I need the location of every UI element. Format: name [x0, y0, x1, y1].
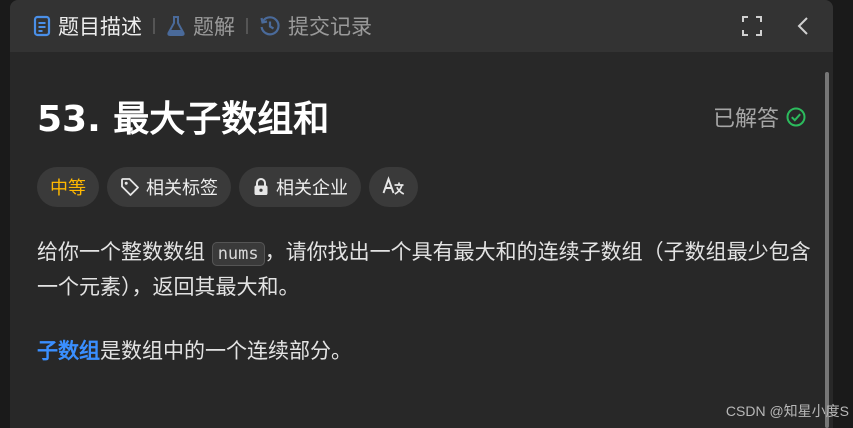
tab-divider — [246, 18, 248, 34]
check-circle-icon — [786, 107, 806, 127]
tab-description[interactable]: 题目描述 — [33, 0, 142, 52]
tab-divider — [153, 18, 155, 34]
inline-code: nums — [211, 242, 265, 266]
tab-submissions[interactable]: 提交记录 — [259, 0, 372, 52]
related-tags-label: 相关标签 — [146, 178, 218, 199]
related-companies-button[interactable]: 相关企业 — [239, 167, 361, 207]
translate-button[interactable] — [369, 167, 418, 207]
scrollbar[interactable] — [825, 72, 829, 428]
difficulty-label: 中等 — [50, 178, 86, 199]
flask-icon — [166, 15, 186, 37]
related-companies-label: 相关企业 — [276, 178, 348, 199]
tab-solutions[interactable]: 题解 — [166, 0, 235, 52]
description-text: 给你一个整数数组 — [37, 240, 212, 264]
note-text: 是数组中的一个连续部分。 — [100, 339, 352, 363]
problem-panel: 题目描述 题解 提交记录 53. 最大子数组和 已解答 中等 相关标签 相关企业… — [10, 0, 833, 428]
problem-tags: 中等 相关标签 相关企业 — [37, 167, 426, 207]
translate-icon — [382, 176, 406, 198]
chevron-left-icon[interactable] — [795, 15, 811, 37]
tab-submissions-label: 提交记录 — [288, 15, 372, 39]
watermark: CSDN @知星小度S — [725, 403, 849, 419]
fullscreen-icon[interactable] — [741, 15, 763, 37]
tag-icon — [120, 177, 140, 197]
solved-label: 已解答 — [712, 107, 779, 132]
subarray-link[interactable]: 子数组 — [37, 339, 100, 363]
lock-icon — [252, 177, 270, 197]
tab-solutions-label: 题解 — [193, 15, 235, 39]
tabbar-actions — [741, 0, 833, 52]
problem-description: 给你一个整数数组 nums ，请你找出一个具有最大和的连续子数组（子数组最少包含一… — [37, 236, 817, 304]
solved-status: 已解答 — [713, 102, 806, 132]
related-tags-button[interactable]: 相关标签 — [107, 167, 231, 207]
tab-description-label: 题目描述 — [58, 15, 142, 39]
difficulty-badge: 中等 — [37, 167, 99, 207]
problem-note: 子数组是数组中的一个连续部分。 — [37, 335, 352, 368]
problem-title: 53. 最大子数组和 — [37, 99, 330, 140]
history-icon — [259, 15, 281, 37]
tab-bar: 题目描述 题解 提交记录 — [10, 0, 833, 52]
document-icon — [33, 15, 51, 37]
